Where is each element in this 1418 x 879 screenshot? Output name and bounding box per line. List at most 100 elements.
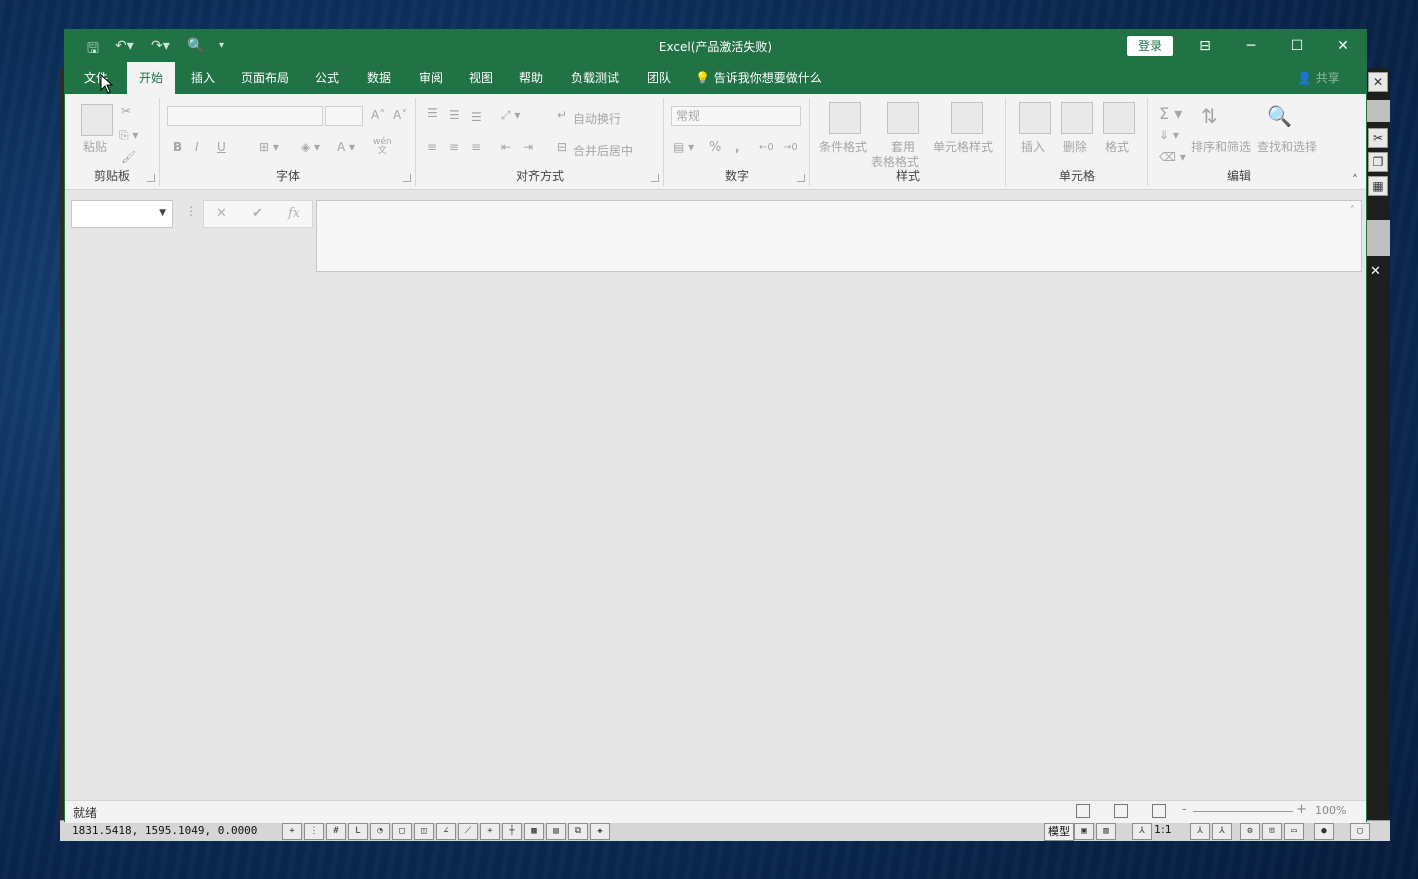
italic-button[interactable]: I xyxy=(195,140,199,154)
zoom-slider[interactable] xyxy=(1193,811,1293,812)
cad-panel-close-icon[interactable]: ✕ xyxy=(1370,264,1381,279)
cell-styles-icon[interactable] xyxy=(951,102,983,134)
cad-polar-icon[interactable]: ◔ xyxy=(370,823,390,840)
cut-icon[interactable]: ✂ xyxy=(121,104,131,118)
paste-icon[interactable] xyxy=(81,104,113,136)
tab-page-layout[interactable]: 页面布局 xyxy=(233,62,297,94)
align-middle-icon[interactable]: ☰ xyxy=(449,108,460,122)
cad-qp-icon[interactable]: ▤ xyxy=(546,823,566,840)
underline-button[interactable]: U xyxy=(217,140,226,154)
normal-view-icon[interactable] xyxy=(1076,804,1090,818)
merge-center-icon[interactable]: ⊟ xyxy=(557,140,567,154)
borders-icon[interactable]: ⊞ ▾ xyxy=(259,140,279,154)
fill-color-icon[interactable]: ◈ ▾ xyxy=(301,140,320,154)
autosum-icon[interactable]: Σ ▾ xyxy=(1159,104,1182,123)
sort-filter-label[interactable]: 排序和筛选 xyxy=(1191,138,1251,155)
align-bottom-icon[interactable]: ☰ xyxy=(471,110,482,124)
find-select-label[interactable]: 查找和选择 xyxy=(1257,138,1317,155)
tell-me-search[interactable]: 💡 告诉我你想要做什么 xyxy=(695,62,822,94)
align-center-icon[interactable]: ≡ xyxy=(449,140,459,154)
format-as-table-icon[interactable] xyxy=(887,102,919,134)
cad-fullscreen-icon[interactable]: ▢ xyxy=(1350,823,1370,840)
fill-icon[interactable]: ⇓ ▾ xyxy=(1159,128,1179,142)
alignment-launcher-icon[interactable] xyxy=(651,174,659,182)
cad-grid-icon[interactable]: ⋮ xyxy=(304,823,324,840)
enter-icon[interactable]: ✔ xyxy=(252,206,263,221)
cad-visibility-icon[interactable]: ⅄ xyxy=(1190,823,1210,840)
sort-filter-icon[interactable]: ⇅ xyxy=(1201,104,1218,128)
tab-review[interactable]: 审阅 xyxy=(411,62,451,94)
font-name-select[interactable] xyxy=(167,106,323,126)
paste-icon[interactable]: ▦ xyxy=(1368,176,1388,196)
font-color-icon[interactable]: A ▾ xyxy=(337,140,355,154)
cad-dynucs-icon[interactable]: ⟋ xyxy=(458,823,478,840)
font-size-select[interactable] xyxy=(325,106,363,126)
tab-team[interactable]: 团队 xyxy=(639,62,679,94)
increase-decimal-icon[interactable]: ←0 xyxy=(759,142,774,153)
increase-font-icon[interactable]: A˄ xyxy=(371,108,385,122)
tab-data[interactable]: 数据 xyxy=(359,62,399,94)
cad-selection-icon[interactable]: ⧉ xyxy=(568,823,588,840)
cad-workspace-icon[interactable]: ⚙ xyxy=(1240,823,1260,840)
formula-input[interactable]: ˄ xyxy=(316,200,1362,272)
format-cells-icon[interactable] xyxy=(1103,102,1135,134)
maximize-icon[interactable]: ☐ xyxy=(1282,36,1312,56)
ribbon-display-options-icon[interactable]: ⊟ xyxy=(1190,36,1220,56)
cad-angle-icon[interactable]: ∠ xyxy=(436,823,456,840)
tab-view[interactable]: 视图 xyxy=(461,62,501,94)
cad-layout-icon[interactable]: ▣ xyxy=(1074,823,1094,840)
wrap-text-label[interactable]: 自动换行 xyxy=(573,110,621,127)
align-left-icon[interactable]: ≡ xyxy=(427,140,437,154)
cad-lock-icon[interactable]: ⊡ xyxy=(1262,823,1282,840)
delete-cells-icon[interactable] xyxy=(1061,102,1093,134)
cancel-icon[interactable]: ✕ xyxy=(216,206,227,221)
cad-hardware-icon[interactable]: ▭ xyxy=(1284,823,1304,840)
comma-style-button[interactable]: , xyxy=(735,140,740,154)
bold-button[interactable]: B xyxy=(173,140,182,154)
copy-icon[interactable]: ⎘ ▾ xyxy=(119,128,138,143)
format-cells-label[interactable]: 格式 xyxy=(1105,138,1129,155)
accounting-format-icon[interactable]: ▤ ▾ xyxy=(673,140,694,154)
cad-autoscale-icon[interactable]: ⅄ xyxy=(1212,823,1232,840)
tab-formulas[interactable]: 公式 xyxy=(307,62,347,94)
cad-model-tab[interactable]: 模型 xyxy=(1044,823,1074,841)
cad-isolate-icon[interactable]: ● xyxy=(1314,823,1334,840)
tab-load-test[interactable]: 负载测试 xyxy=(563,62,627,94)
number-launcher-icon[interactable] xyxy=(797,174,805,182)
cad-annoscale-icon[interactable]: ⅄ xyxy=(1132,823,1152,840)
font-launcher-icon[interactable] xyxy=(403,174,411,182)
zoom-level[interactable]: 100% xyxy=(1315,804,1346,817)
align-right-icon[interactable]: ≡ xyxy=(471,140,481,154)
percent-style-button[interactable]: % xyxy=(709,140,721,155)
cad-annotation-icon[interactable]: ✚ xyxy=(590,823,610,840)
collapse-ribbon-icon[interactable]: ˄ xyxy=(1352,173,1358,187)
align-top-icon[interactable]: ☰ xyxy=(427,106,438,120)
clipboard-launcher-icon[interactable] xyxy=(147,174,155,182)
orientation-icon[interactable]: ⤢ ▾ xyxy=(501,108,520,123)
insert-cells-icon[interactable] xyxy=(1019,102,1051,134)
wrap-text-icon[interactable]: ↵ xyxy=(557,108,567,122)
collapse-formula-bar-icon[interactable]: ˄ xyxy=(1350,205,1355,216)
cad-ortho-icon[interactable]: L xyxy=(348,823,368,840)
share-button[interactable]: 👤 共享 xyxy=(1297,62,1340,94)
cell-styles-label[interactable]: 单元格样式 xyxy=(933,138,993,155)
page-layout-view-icon[interactable] xyxy=(1114,804,1128,818)
insert-function-icon[interactable]: fx xyxy=(288,206,300,221)
phonetic-guide-icon[interactable]: wén 文 xyxy=(373,138,392,156)
conditional-format-label[interactable]: 条件格式 xyxy=(819,138,867,155)
cad-osnap-icon[interactable]: □ xyxy=(392,823,412,840)
copy-icon[interactable]: ❐ xyxy=(1368,152,1388,172)
find-select-icon[interactable]: 🔍 xyxy=(1267,104,1292,128)
conditional-format-icon[interactable] xyxy=(829,102,861,134)
decrease-decimal-icon[interactable]: →0 xyxy=(783,142,798,153)
delete-cells-label[interactable]: 删除 xyxy=(1063,138,1087,155)
close-icon[interactable]: ✕ xyxy=(1328,36,1358,56)
cad-transparency-icon[interactable]: ▩ xyxy=(524,823,544,840)
cad-close-icon[interactable]: ✕ xyxy=(1368,72,1388,92)
tab-home[interactable]: 开始 xyxy=(127,62,175,94)
increase-indent-icon[interactable]: ⇥ xyxy=(523,140,533,154)
clear-icon[interactable]: ⌫ ▾ xyxy=(1159,150,1186,164)
tab-insert[interactable]: 插入 xyxy=(183,62,223,94)
cad-grid-display-icon[interactable]: # xyxy=(326,823,346,840)
chevron-down-icon[interactable]: ▼ xyxy=(159,208,166,218)
